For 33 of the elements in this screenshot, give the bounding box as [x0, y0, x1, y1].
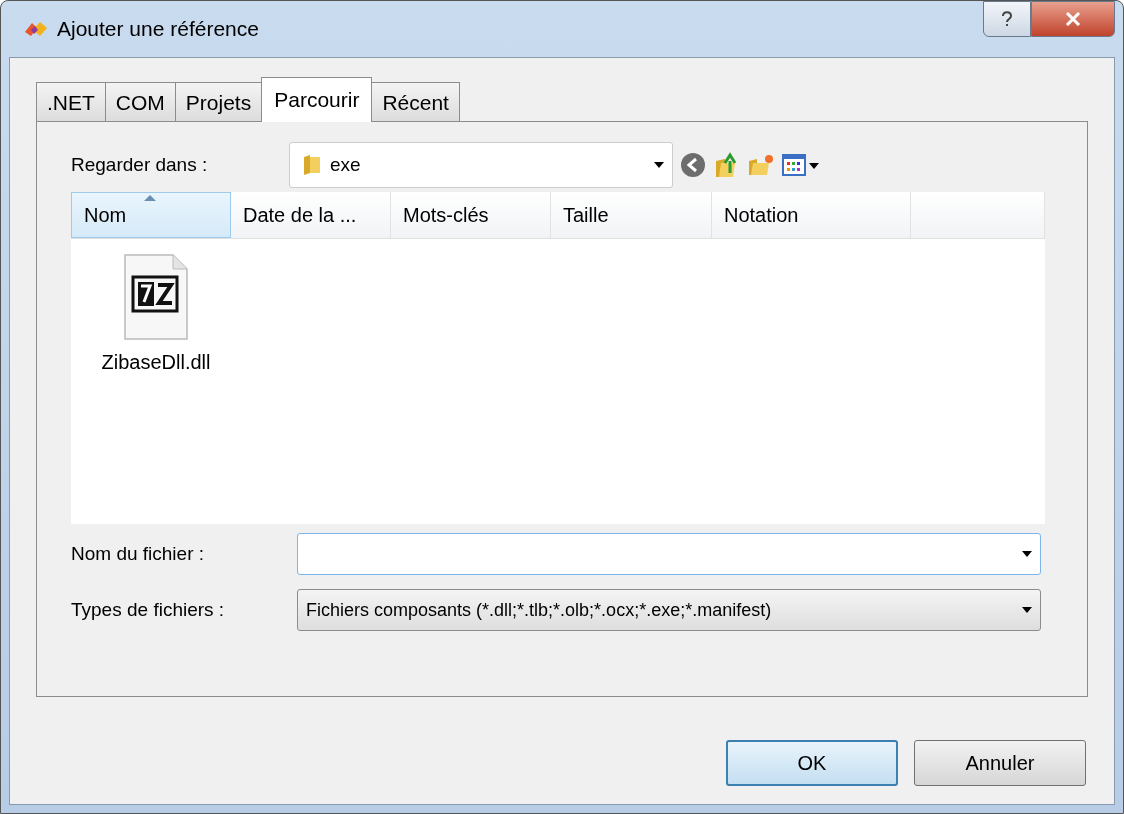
- close-button[interactable]: [1031, 1, 1115, 37]
- column-header[interactable]: Notation: [712, 192, 911, 238]
- column-header[interactable]: Taille: [551, 192, 712, 238]
- file-name-label: Nom du fichier :: [71, 543, 206, 565]
- look-in-label: Regarder dans :: [71, 154, 209, 176]
- caret-icon: [1022, 551, 1032, 557]
- tab[interactable]: COM: [104, 82, 176, 122]
- tab[interactable]: Récent: [371, 82, 460, 122]
- column-header[interactable]: Date de la ...: [231, 192, 391, 238]
- tab[interactable]: Parcourir: [261, 77, 373, 122]
- back-icon[interactable]: [679, 151, 707, 179]
- file-types-dropdown[interactable]: Fichiers composants (*.dll;*.tlb;*.olb;*.ocx;*.exe;*.manifest): [297, 589, 1041, 631]
- folder-icon: [302, 154, 322, 176]
- help-icon: [1000, 10, 1014, 28]
- close-icon: [1065, 12, 1081, 26]
- look-in-dropdown[interactable]: exe: [289, 142, 673, 188]
- tab[interactable]: Projets: [174, 82, 263, 122]
- file-name-field[interactable]: [297, 533, 1041, 575]
- archive-file-icon[interactable]: [123, 253, 189, 341]
- sort-arrow-icon: [144, 195, 156, 201]
- window-title: Ajouter une référence: [57, 17, 259, 41]
- column-header[interactable]: Mots-clés: [391, 192, 551, 238]
- caret-icon: [654, 162, 664, 168]
- app-logo-icon: [23, 20, 49, 38]
- caret-icon: [1022, 607, 1032, 613]
- file-types-label: Types de fichiers :: [71, 599, 226, 621]
- cancel-button[interactable]: Annuler: [914, 740, 1086, 786]
- view-menu-icon[interactable]: [781, 151, 821, 179]
- ok-button[interactable]: OK: [726, 740, 898, 786]
- tab[interactable]: .NET: [36, 82, 106, 122]
- file-name[interactable]: ZibaseDll.dll: [101, 351, 211, 374]
- column-header[interactable]: Nom: [71, 192, 231, 238]
- help-button[interactable]: [983, 1, 1031, 37]
